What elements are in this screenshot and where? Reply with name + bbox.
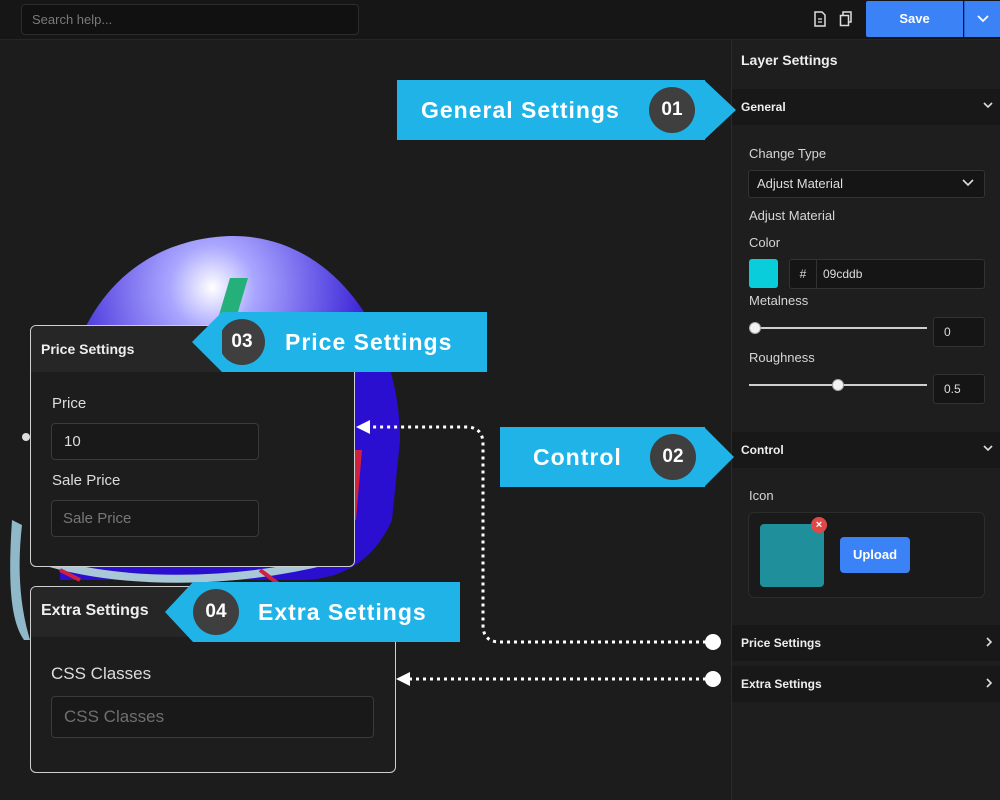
chevron-right-icon bbox=[986, 637, 993, 647]
callout-control-badge: 02 bbox=[650, 434, 696, 480]
section-price-title: Price Settings bbox=[741, 636, 822, 650]
roughness-input[interactable]: 0.5 bbox=[933, 374, 985, 404]
section-control-title: Control bbox=[741, 443, 784, 457]
color-swatch[interactable] bbox=[749, 259, 778, 288]
metalness-label: Metalness bbox=[749, 293, 809, 308]
search-input[interactable] bbox=[32, 5, 348, 34]
callout-price-badge: 03 bbox=[219, 319, 265, 365]
css-classes-input[interactable]: CSS Classes bbox=[51, 696, 374, 738]
callout-extra-badge: 04 bbox=[193, 589, 239, 635]
change-type-select[interactable]: Adjust Material bbox=[748, 170, 985, 198]
section-extra-title: Extra Settings bbox=[741, 677, 822, 691]
section-general-title: General bbox=[741, 100, 786, 114]
color-hex-input[interactable]: # 09cddb bbox=[789, 259, 985, 289]
search-box[interactable] bbox=[21, 4, 359, 35]
price-input[interactable]: 10 bbox=[51, 423, 259, 460]
upload-button[interactable]: Upload bbox=[840, 537, 910, 573]
callout-general-badge: 01 bbox=[649, 87, 695, 133]
callout-control: Control 02 bbox=[500, 427, 705, 487]
save-options-button[interactable] bbox=[964, 1, 1000, 37]
callout-extra: 04 Extra Settings bbox=[193, 582, 460, 642]
sale-price-input[interactable]: Sale Price bbox=[51, 500, 259, 537]
css-classes-label: CSS Classes bbox=[51, 664, 152, 683]
callout-price: 03 Price Settings bbox=[219, 312, 487, 372]
layer-settings-panel: Layer Settings General Change Type Adjus… bbox=[731, 40, 1000, 800]
chevron-down-icon bbox=[962, 179, 974, 187]
chevron-right-icon bbox=[986, 678, 993, 688]
remove-icon[interactable]: × bbox=[811, 517, 827, 533]
change-type-label: Change Type bbox=[749, 146, 827, 161]
icon-thumbnail[interactable] bbox=[760, 524, 824, 587]
chevron-down-icon bbox=[983, 102, 993, 109]
color-hex-value: 09cddb bbox=[823, 267, 863, 281]
extra-card-title: Extra Settings bbox=[41, 602, 149, 619]
sale-price-label: Sale Price bbox=[52, 472, 121, 489]
price-card-title: Price Settings bbox=[41, 341, 135, 357]
section-extra-header[interactable]: Extra Settings bbox=[732, 666, 1000, 702]
panel-title: Layer Settings bbox=[741, 52, 838, 68]
color-label: Color bbox=[749, 235, 781, 250]
callout-general-label: General Settings bbox=[421, 97, 620, 123]
document-icon[interactable] bbox=[813, 11, 827, 27]
callout-general: General Settings 01 bbox=[397, 80, 705, 140]
section-control-header[interactable]: Control bbox=[732, 432, 1000, 468]
top-toolbar: Save bbox=[0, 0, 1000, 40]
save-button[interactable]: Save bbox=[866, 1, 963, 37]
section-general-header[interactable]: General bbox=[732, 89, 1000, 125]
change-type-value: Adjust Material bbox=[757, 176, 843, 191]
chevron-down-icon bbox=[976, 15, 989, 23]
copy-icon[interactable] bbox=[839, 11, 853, 27]
roughness-slider[interactable] bbox=[749, 379, 927, 391]
callout-price-label: Price Settings bbox=[285, 329, 453, 355]
roughness-label: Roughness bbox=[749, 350, 815, 365]
hash-prefix: # bbox=[790, 260, 817, 288]
adjust-material-label: Adjust Material bbox=[749, 208, 835, 223]
metalness-input[interactable]: 0 bbox=[933, 317, 985, 347]
chevron-down-icon bbox=[983, 445, 993, 452]
callout-control-label: Control bbox=[533, 444, 622, 470]
metalness-slider[interactable] bbox=[749, 322, 927, 334]
callout-extra-label: Extra Settings bbox=[258, 599, 427, 625]
section-price-header[interactable]: Price Settings bbox=[732, 625, 1000, 661]
price-label: Price bbox=[52, 395, 87, 412]
icon-upload-area: × Upload bbox=[748, 512, 985, 598]
roughness-slider-handle[interactable] bbox=[832, 379, 844, 391]
metalness-slider-handle[interactable] bbox=[749, 322, 761, 334]
icon-label: Icon bbox=[749, 488, 774, 503]
